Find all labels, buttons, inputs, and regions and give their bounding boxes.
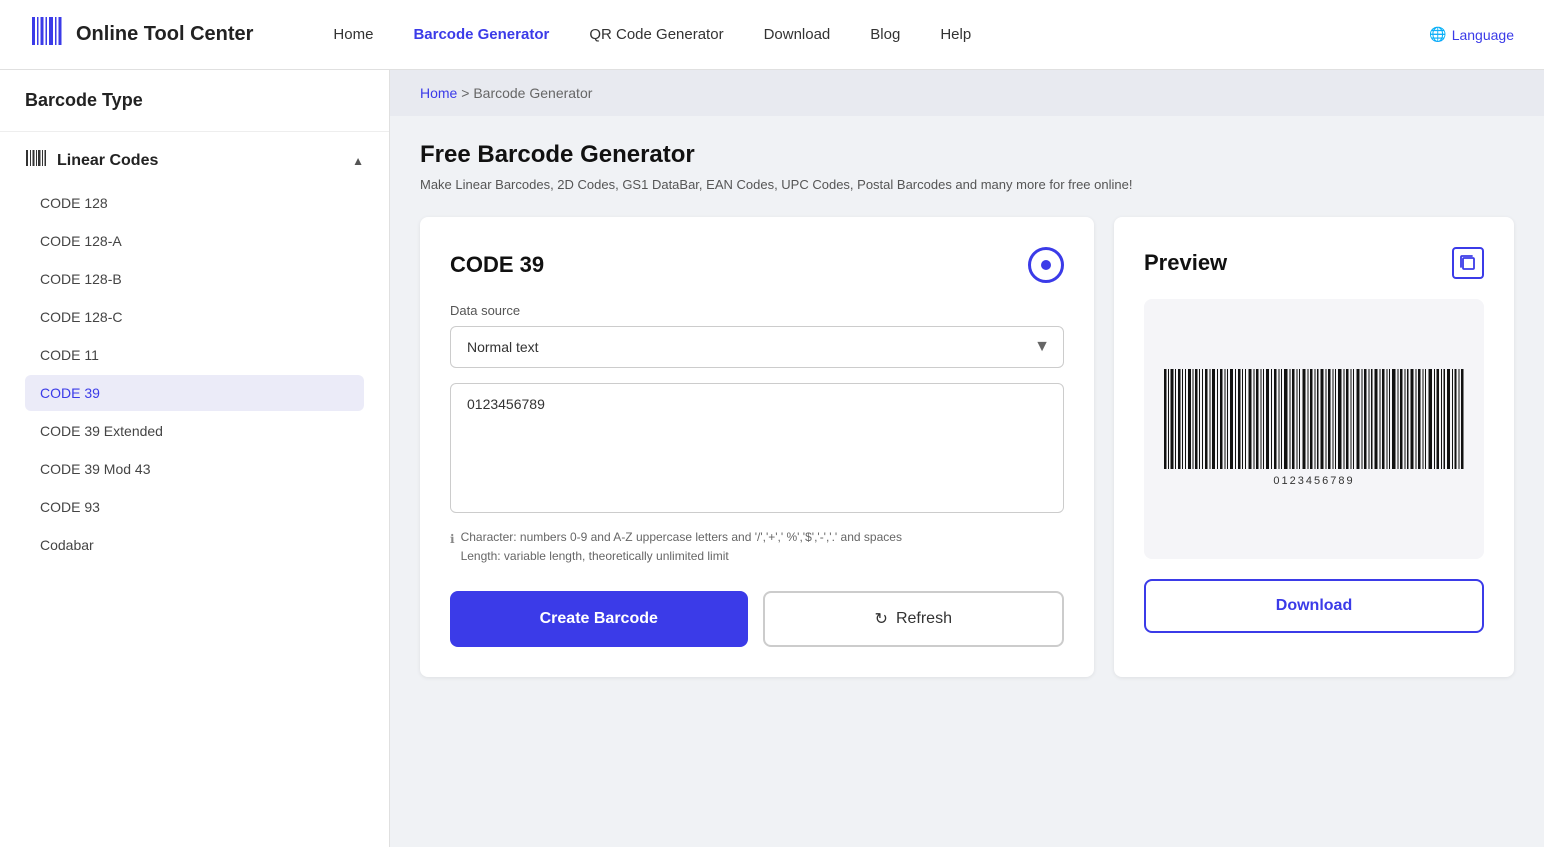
content-area: Home > Barcode Generator Free Barcode Ge… [390, 70, 1544, 847]
hint-line2: Length: variable length, theoretically u… [461, 547, 902, 566]
breadcrumb-separator: > [461, 85, 473, 101]
header: Online Tool Center Home Barcode Generato… [0, 0, 1544, 70]
sidebar-item-code128c[interactable]: CODE 128-C [25, 299, 364, 335]
preview-area: 0123456789 [1144, 299, 1484, 559]
panel-title: CODE 39 [450, 252, 544, 278]
svg-text:0123456789: 0123456789 [1273, 475, 1354, 487]
create-barcode-button[interactable]: Create Barcode [450, 591, 748, 647]
breadcrumb: Home > Barcode Generator [390, 70, 1544, 116]
sidebar-section-linear: Linear Codes ▲ CODE 128 CODE 128-A CODE … [0, 132, 389, 580]
hint-content: Character: numbers 0-9 and A-Z uppercase… [461, 528, 902, 566]
barcode-data-input[interactable]: 0123456789 [450, 383, 1064, 513]
select-wrapper: Normal text ▼ [450, 326, 1064, 368]
page-content: Free Barcode Generator Make Linear Barco… [390, 116, 1544, 702]
sidebar-item-code128b[interactable]: CODE 128-B [25, 261, 364, 297]
circle-inner-dot [1041, 260, 1051, 270]
hint-line1: Character: numbers 0-9 and A-Z uppercase… [461, 528, 902, 547]
barcode-logo-icon [30, 13, 66, 56]
globe-icon: 🌐 [1429, 26, 1446, 43]
field-label: Data source [450, 303, 1064, 318]
nav-blog[interactable]: Blog [870, 26, 900, 43]
breadcrumb-current: Barcode Generator [473, 85, 592, 101]
refresh-button[interactable]: ↻ Refresh [763, 591, 1065, 647]
refresh-label: Refresh [896, 610, 952, 628]
left-panel: CODE 39 Data source Normal text ▼ 012345… [420, 217, 1094, 677]
sidebar-item-code39[interactable]: CODE 39 [25, 375, 364, 411]
language-label: Language [1452, 27, 1514, 43]
sidebar-item-code93[interactable]: CODE 93 [25, 489, 364, 525]
logo-area: Online Tool Center [30, 13, 253, 56]
nav-home[interactable]: Home [333, 26, 373, 43]
barcode-preview: 0123456789 [1164, 369, 1464, 489]
main-layout: Barcode Type Lin [0, 70, 1544, 847]
sidebar-item-code39ext[interactable]: CODE 39 Extended [25, 413, 364, 449]
data-source-select[interactable]: Normal text [450, 326, 1064, 368]
sidebar-item-code39mod43[interactable]: CODE 39 Mod 43 [25, 451, 364, 487]
sidebar-item-code128[interactable]: CODE 128 [25, 185, 364, 221]
sidebar-item-code11[interactable]: CODE 11 [25, 337, 364, 373]
action-buttons: Create Barcode ↻ Refresh [450, 591, 1064, 647]
nav-download[interactable]: Download [764, 26, 831, 43]
main-nav: Home Barcode Generator QR Code Generator… [333, 26, 1429, 43]
preview-header: Preview [1144, 247, 1484, 279]
nav-qr-code[interactable]: QR Code Generator [589, 26, 723, 43]
sidebar-section-header[interactable]: Linear Codes ▲ [25, 147, 364, 175]
chevron-up-icon: ▲ [352, 154, 364, 168]
nav-barcode-generator[interactable]: Barcode Generator [413, 26, 549, 43]
linear-codes-label: Linear Codes [57, 152, 158, 170]
logo-text: Online Tool Center [76, 23, 253, 46]
sidebar-item-code128a[interactable]: CODE 128-A [25, 223, 364, 259]
download-button[interactable]: Download [1144, 579, 1484, 633]
sidebar-title: Barcode Type [0, 90, 389, 132]
settings-circle-icon[interactable] [1028, 247, 1064, 283]
right-panel: Preview [1114, 217, 1514, 677]
sidebar-item-codabar[interactable]: Codabar [25, 527, 364, 563]
panel-header: CODE 39 [450, 247, 1064, 283]
page-title: Free Barcode Generator [420, 141, 1514, 169]
two-col-layout: CODE 39 Data source Normal text ▼ 012345… [420, 217, 1514, 677]
nav-help[interactable]: Help [940, 26, 971, 43]
hint-text: ℹ Character: numbers 0-9 and A-Z upperca… [450, 528, 1064, 566]
barcode-image: 0123456789 [1164, 369, 1464, 489]
refresh-icon: ↻ [875, 609, 888, 629]
copy-icon[interactable] [1452, 247, 1484, 279]
page-subtitle: Make Linear Barcodes, 2D Codes, GS1 Data… [420, 177, 1514, 192]
language-selector[interactable]: 🌐 Language [1429, 26, 1514, 43]
sidebar-items: CODE 128 CODE 128-A CODE 128-B CODE 128-… [25, 185, 364, 563]
preview-title: Preview [1144, 250, 1227, 276]
linear-codes-icon [25, 147, 47, 175]
info-icon: ℹ [450, 530, 455, 566]
sidebar-section-title: Linear Codes [25, 147, 158, 175]
sidebar: Barcode Type Lin [0, 70, 390, 847]
breadcrumb-home[interactable]: Home [420, 85, 457, 101]
